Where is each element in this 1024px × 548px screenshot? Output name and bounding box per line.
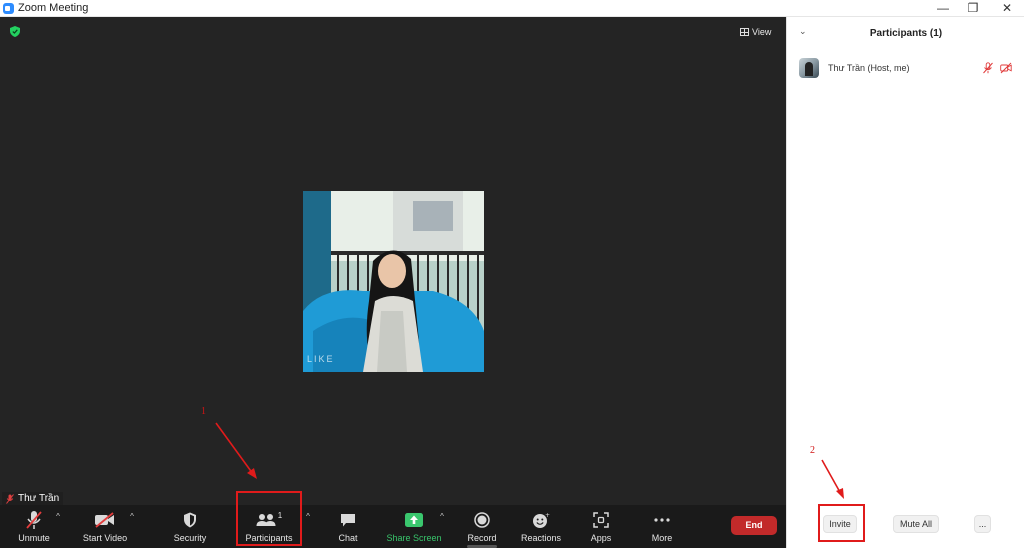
participant-video-off-icon[interactable]	[1000, 62, 1012, 74]
annotation-box-invite	[818, 504, 865, 542]
restore-button[interactable]: ❐	[958, 0, 988, 17]
close-button[interactable]: ✕	[992, 0, 1022, 17]
more-dots-icon	[653, 509, 671, 531]
muted-microphone-icon	[25, 509, 43, 531]
share-screen-label: Share Screen	[386, 533, 442, 543]
participants-options-caret-icon[interactable]: ^	[304, 513, 312, 521]
meeting-video-area: View LIKE Thư Trần	[0, 17, 786, 505]
meeting-toolbar: Unmute ^ Start Video ^ Security 1 Partic…	[0, 505, 786, 548]
mute-all-button[interactable]: Mute All	[893, 515, 939, 533]
annotation-number-2: 2	[810, 445, 815, 456]
participant-name-label: Thư Trần	[2, 492, 64, 505]
apps-button[interactable]: Apps	[584, 505, 618, 548]
share-options-caret-icon[interactable]: ^	[438, 513, 446, 521]
share-screen-icon	[405, 509, 423, 531]
participants-panel-title: Participants (1)	[869, 28, 943, 39]
participants-panel: ⌄ Participants (1) Thư Trần (Host, me) I…	[786, 17, 1024, 548]
participant-avatar	[799, 58, 819, 78]
svg-text:+: +	[545, 512, 550, 519]
chat-button[interactable]: Chat	[330, 505, 366, 548]
start-video-button[interactable]: Start Video	[78, 505, 132, 548]
participant-list-item[interactable]: Thư Trần (Host, me)	[799, 57, 1019, 79]
record-button[interactable]: Record	[463, 505, 501, 548]
apps-label: Apps	[590, 533, 612, 543]
start-video-label: Start Video	[82, 533, 128, 543]
participant-video-tile[interactable]: LIKE	[303, 191, 484, 372]
annotation-box-participants	[236, 491, 302, 546]
video-off-icon	[94, 509, 116, 531]
more-button[interactable]: More	[645, 505, 679, 548]
panel-more-button[interactable]: ...	[974, 515, 991, 533]
view-label: View	[752, 27, 772, 37]
annotation-number-1: 1	[201, 406, 206, 417]
participant-video-frame	[303, 191, 484, 372]
chat-label: Chat	[338, 533, 358, 543]
apps-icon	[593, 509, 609, 531]
window-titlebar: Zoom Meeting — ❐ ✕	[0, 0, 1024, 17]
participants-panel-header: ⌄ Participants (1)	[787, 17, 1024, 47]
chat-bubble-icon	[340, 509, 356, 531]
zoom-app-icon	[3, 3, 14, 14]
record-label: Record	[467, 533, 497, 543]
security-shield-icon	[183, 509, 197, 531]
minimize-button[interactable]: —	[928, 0, 958, 17]
share-screen-button[interactable]: Share Screen	[386, 505, 442, 548]
participant-list-name: Thư Trần (Host, me)	[828, 63, 910, 73]
grid-view-icon	[740, 28, 749, 36]
more-label: More	[651, 533, 673, 543]
muted-mic-icon	[6, 493, 14, 504]
security-label: Security	[173, 533, 207, 543]
record-icon	[474, 509, 490, 531]
reactions-smiley-icon: +	[532, 509, 550, 531]
reactions-label: Reactions	[520, 533, 562, 543]
unmute-label: Unmute	[18, 533, 50, 543]
audio-options-caret-icon[interactable]: ^	[54, 513, 62, 521]
view-button[interactable]: View	[740, 25, 771, 39]
encryption-shield-icon[interactable]	[10, 26, 20, 37]
reactions-button[interactable]: + Reactions	[518, 505, 564, 548]
window-title: Zoom Meeting	[18, 2, 89, 14]
video-watermark: LIKE	[307, 354, 335, 364]
video-options-caret-icon[interactable]: ^	[128, 513, 136, 521]
unmute-button[interactable]: Unmute	[14, 505, 54, 548]
end-meeting-button[interactable]: End	[731, 516, 777, 535]
participant-name: Thư Trần	[18, 493, 60, 504]
participant-muted-mic-icon[interactable]	[982, 62, 994, 74]
security-button[interactable]: Security	[170, 505, 210, 548]
